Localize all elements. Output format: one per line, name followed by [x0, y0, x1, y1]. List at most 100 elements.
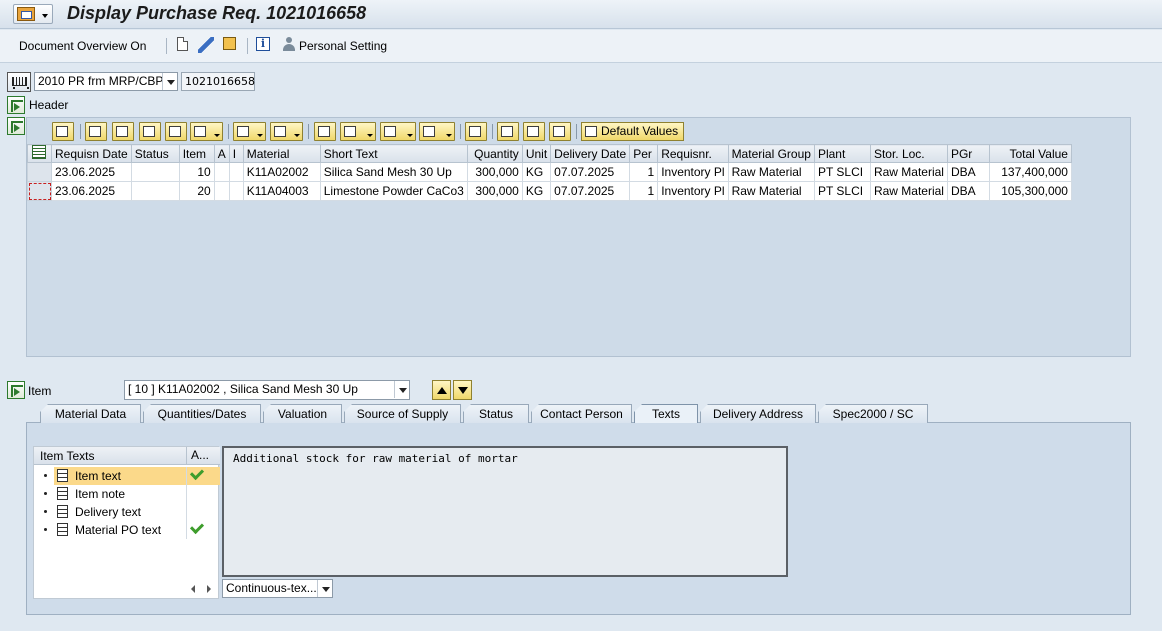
material-group-cell[interactable]: Raw Material [727, 181, 815, 201]
expand-header-icon[interactable] [7, 96, 25, 114]
column-header[interactable]: PGr [946, 144, 990, 163]
material-cell[interactable]: K11A04003 [242, 181, 321, 201]
unit-cell[interactable]: KG [521, 162, 552, 182]
column-header[interactable]: Requisn Date [51, 144, 132, 163]
column-header[interactable]: Material [242, 144, 321, 163]
column-header[interactable]: Delivery Date [550, 144, 631, 163]
details-button[interactable] [52, 122, 74, 141]
plant-cell[interactable]: PT SLCI [813, 162, 871, 182]
short-text-cell[interactable]: Limestone Powder CaCo3 [319, 181, 468, 201]
column-header[interactable]: Status [130, 144, 180, 163]
a-cell[interactable] [213, 162, 230, 182]
per-cell[interactable]: 1 [629, 162, 659, 182]
requisn-date-cell[interactable]: 23.06.2025 [51, 181, 132, 201]
column-header[interactable]: Quantity [466, 144, 523, 163]
item-cell[interactable]: 10 [178, 162, 215, 182]
scroll-left-icon[interactable] [191, 585, 195, 593]
row-selector[interactable] [27, 181, 52, 201]
table-row[interactable]: 23.06.2025 20 K11A04003 Limestone Powder… [27, 181, 1072, 201]
requisnr-cell[interactable]: Inventory Pl [657, 162, 729, 182]
requisn-date-cell[interactable]: 23.06.2025 [51, 162, 132, 182]
tab-texts[interactable]: Texts [634, 404, 698, 423]
collapse-item-icon[interactable] [7, 381, 25, 399]
personal-setting-button[interactable]: Personal Setting [299, 39, 387, 53]
previous-item-button[interactable] [432, 380, 451, 400]
sort-descending-button[interactable] [112, 122, 134, 141]
chevron-down-icon[interactable] [317, 580, 332, 597]
table-row[interactable]: 23.06.2025 10 K11A02002 Silica Sand Mesh… [27, 162, 1072, 182]
item-cell[interactable]: 20 [178, 181, 215, 201]
export-button[interactable] [380, 122, 416, 141]
row-selector[interactable] [27, 162, 52, 182]
grid-info-button[interactable] [465, 122, 487, 141]
column-select-header[interactable] [27, 144, 52, 163]
column-header[interactable]: Requisnr. [657, 144, 729, 163]
column-header[interactable]: Short Text [319, 144, 468, 163]
item-select[interactable]: [ 10 ] K11A02002 , Silica Sand Mesh 30 U… [124, 380, 410, 400]
unit-cell[interactable]: KG [521, 181, 552, 201]
chevron-down-icon[interactable] [162, 73, 177, 90]
material-cell[interactable]: K11A02002 [242, 162, 321, 182]
column-header[interactable]: I [228, 144, 244, 163]
delivery-date-cell[interactable]: 07.07.2025 [550, 162, 631, 182]
pgr-cell[interactable]: DBA [946, 162, 990, 182]
deselect-all-button[interactable] [523, 122, 545, 141]
i-cell[interactable] [228, 181, 244, 201]
status-cell[interactable] [130, 162, 180, 182]
tab-source-of-supply[interactable]: Source of Supply [344, 404, 461, 423]
column-header[interactable]: Unit [521, 144, 552, 163]
delivery-date-cell[interactable]: 07.07.2025 [550, 181, 631, 201]
info-icon[interactable]: i [256, 37, 270, 51]
material-group-cell[interactable]: Raw Material [727, 162, 815, 182]
quantity-cell[interactable]: 300,000 [466, 181, 523, 201]
sort-ascending-button[interactable] [85, 122, 107, 141]
layout-button[interactable] [419, 122, 455, 141]
tree-item-item-text[interactable]: Item text [34, 465, 220, 485]
column-header[interactable]: Plant [813, 144, 871, 163]
pgr-cell[interactable]: DBA [946, 181, 990, 201]
subtotal-button[interactable] [270, 122, 303, 141]
find-button[interactable] [139, 122, 161, 141]
default-values-button[interactable]: Default Values [581, 122, 685, 141]
plant-cell[interactable]: PT SLCI [813, 181, 871, 201]
sap-menu-button[interactable] [13, 4, 53, 24]
new-document-icon[interactable] [177, 37, 188, 51]
next-item-button[interactable] [453, 380, 472, 400]
column-header[interactable]: Stor. Loc. [869, 144, 948, 163]
edit-icon[interactable] [198, 37, 214, 53]
tree-item-delivery-text[interactable]: Delivery text [34, 503, 220, 521]
print-button[interactable] [314, 122, 336, 141]
copy-icon[interactable] [223, 37, 236, 50]
a-cell[interactable] [213, 181, 230, 201]
filter-button[interactable] [190, 122, 223, 141]
tab-status[interactable]: Status [463, 404, 529, 423]
short-text-cell[interactable]: Silica Sand Mesh 30 Up [319, 162, 468, 182]
tab-valuation[interactable]: Valuation [263, 404, 342, 423]
tab-quantities-dates[interactable]: Quantities/Dates [143, 404, 261, 423]
sum-button[interactable] [233, 122, 266, 141]
shopping-cart-icon[interactable] [7, 72, 31, 92]
person-icon[interactable] [282, 37, 296, 51]
pr-type-select[interactable]: 2010 PR frm MRP/CBP [34, 72, 178, 91]
column-header[interactable]: Item [178, 144, 215, 163]
document-overview-button[interactable]: Document Overview On [19, 39, 146, 53]
column-header[interactable]: Per [629, 144, 659, 163]
tree-item-material-po-text[interactable]: Material PO text [34, 519, 220, 539]
i-cell[interactable] [228, 162, 244, 182]
status-cell[interactable] [130, 181, 180, 201]
find-next-button[interactable] [165, 122, 187, 141]
total-value-cell[interactable]: 137,400,000 [988, 162, 1072, 182]
tab-spec2000-sc[interactable]: Spec2000 / SC [818, 404, 928, 423]
hand-button[interactable] [549, 122, 571, 141]
views-button[interactable] [340, 122, 376, 141]
tab-contact-person[interactable]: Contact Person [531, 404, 632, 423]
collapse-items-icon[interactable] [7, 117, 25, 135]
quantity-cell[interactable]: 300,000 [466, 162, 523, 182]
stor-loc-cell[interactable]: Raw Material [869, 181, 948, 201]
text-format-select[interactable]: Continuous-tex... [222, 579, 333, 598]
requisnr-cell[interactable]: Inventory Pl [657, 181, 729, 201]
tab-delivery-address[interactable]: Delivery Address [700, 404, 816, 423]
per-cell[interactable]: 1 [629, 181, 659, 201]
stor-loc-cell[interactable]: Raw Material [869, 162, 948, 182]
tree-item-item-note[interactable]: Item note [34, 485, 220, 503]
